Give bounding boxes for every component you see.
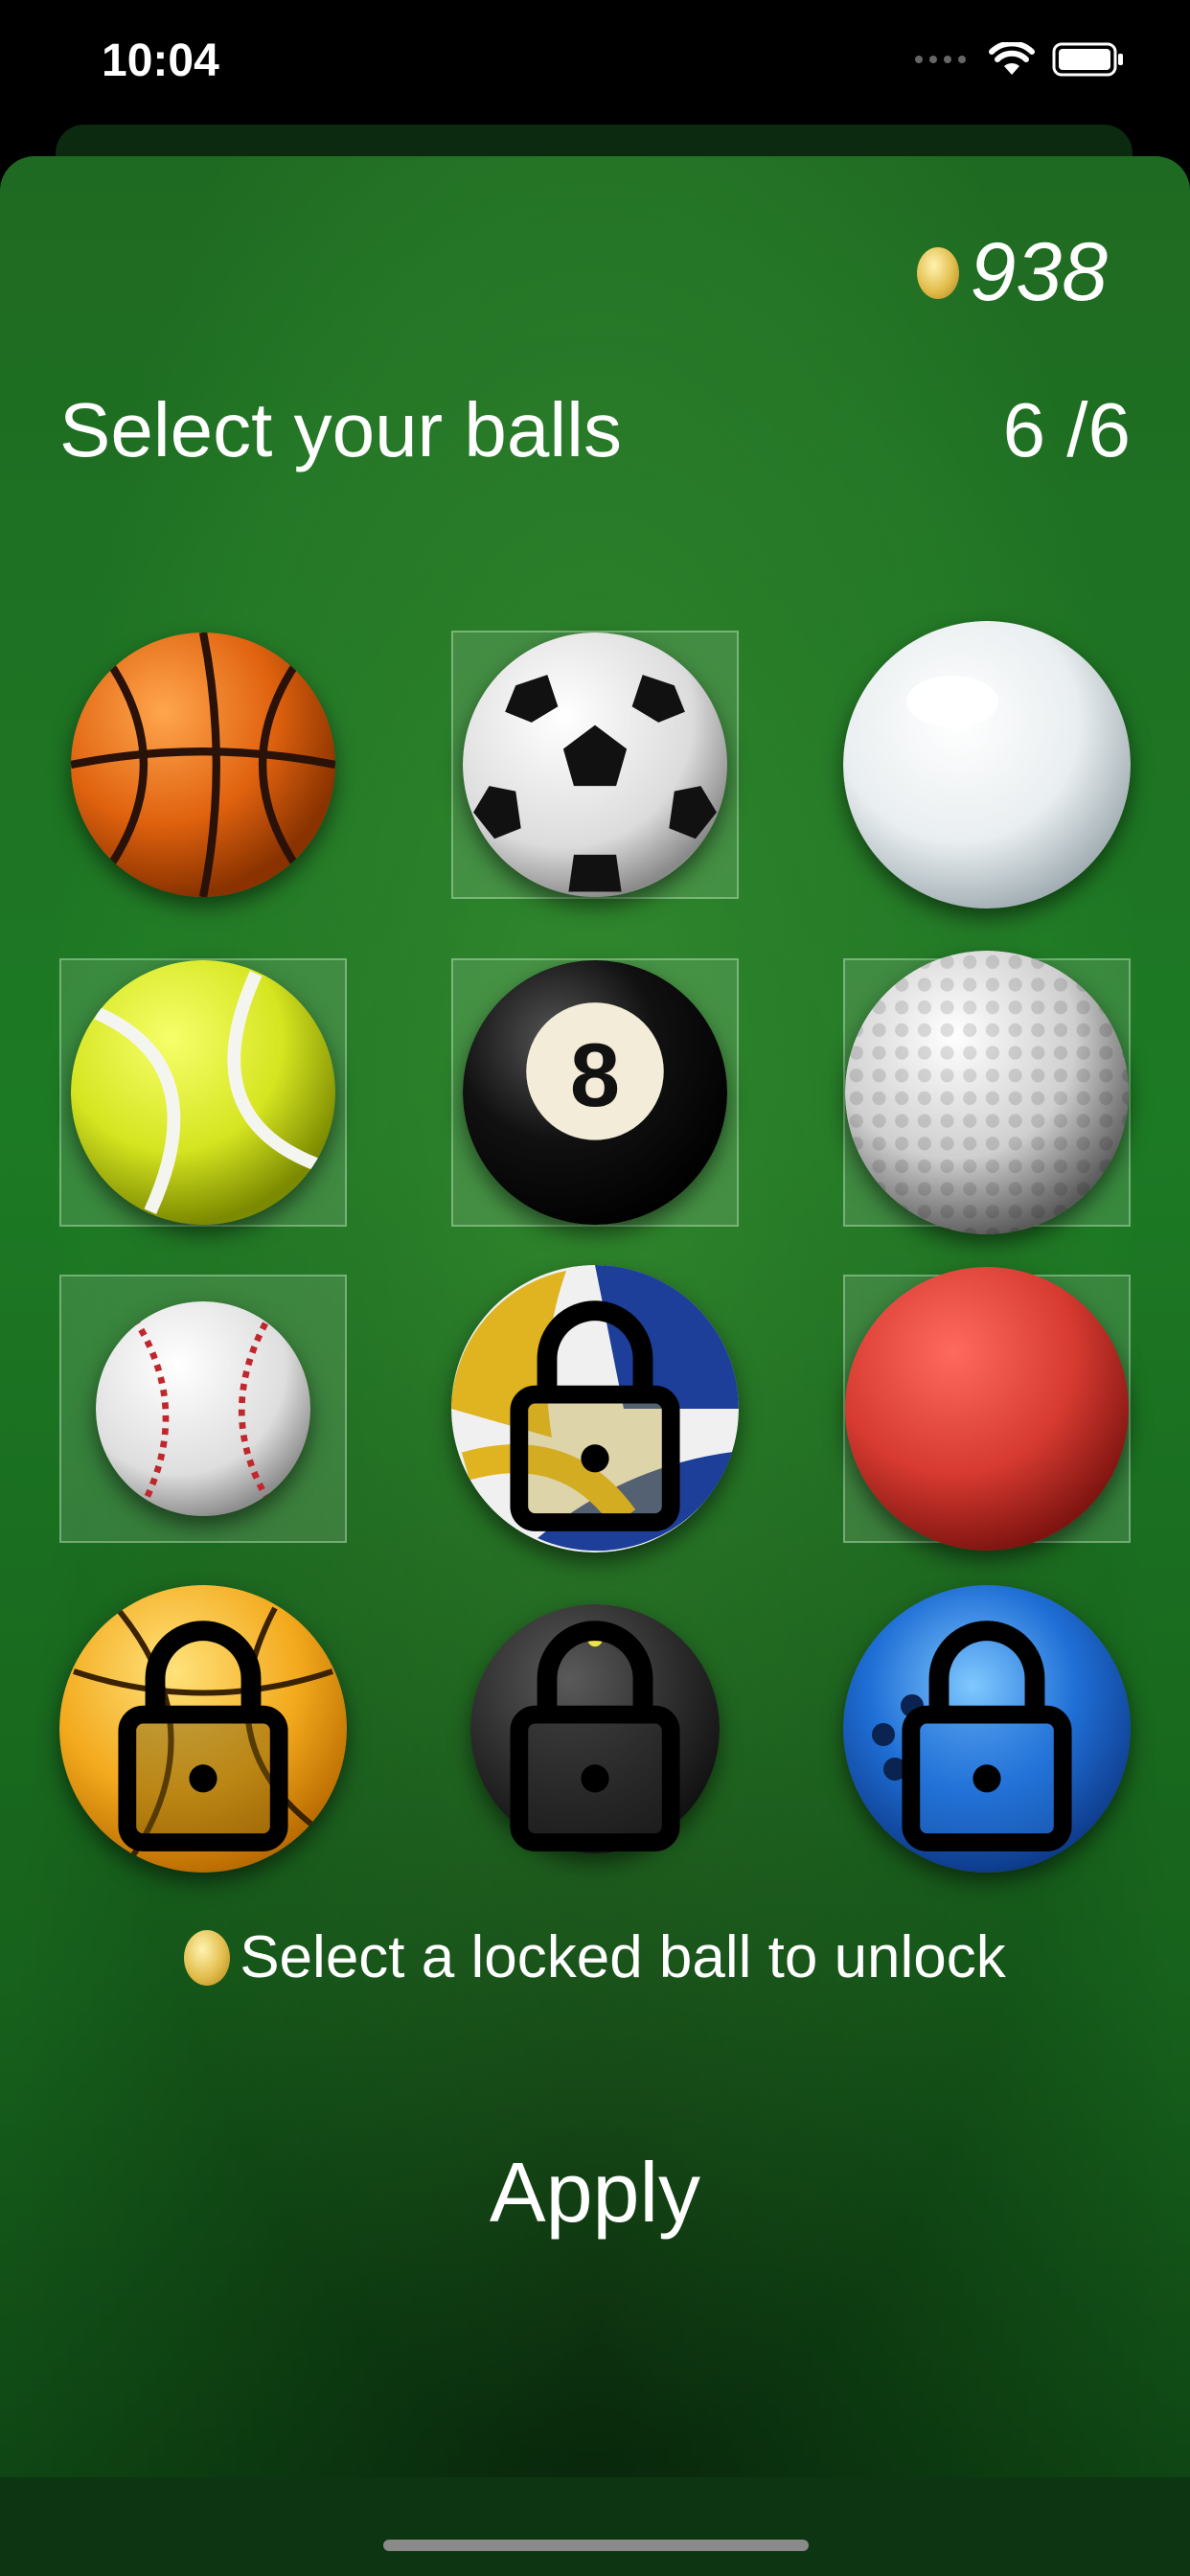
bottom-bar xyxy=(0,2477,1190,2576)
unlock-hint: Select a locked ball to unlock xyxy=(0,1923,1190,1991)
eight-ball-icon: 8 xyxy=(463,960,727,1225)
ball-cell-pearl[interactable] xyxy=(843,621,1131,908)
page-title: Select your balls xyxy=(59,387,622,472)
home-indicator[interactable] xyxy=(383,2540,809,2551)
lock-icon xyxy=(510,1620,680,1852)
ball-cell-bowling[interactable] xyxy=(843,1585,1131,1873)
unlock-hint-text: Select a locked ball to unlock xyxy=(240,1924,1006,1990)
ball-cell-volleyball[interactable] xyxy=(451,1265,739,1552)
ball-cell-tennis[interactable] xyxy=(59,958,347,1227)
pearl-ball-icon xyxy=(843,621,1131,908)
ball-cell-eight[interactable]: 8 xyxy=(451,958,739,1227)
ball-grid: 8 xyxy=(0,621,1190,2039)
lock-icon xyxy=(510,1300,680,1531)
status-icons xyxy=(914,42,1125,77)
basketball-icon xyxy=(71,632,335,897)
status-time: 10:04 xyxy=(102,35,219,86)
coin-icon xyxy=(184,1929,231,1986)
ball-selection-sheet: 938 Select your balls 6 /6 8 Select a lo… xyxy=(0,156,1190,2576)
ball-cell-dodgeball[interactable] xyxy=(843,1267,1131,1551)
tennis-ball-icon xyxy=(71,960,335,1225)
battery-icon xyxy=(1052,42,1123,77)
coin-balance: 938 xyxy=(916,225,1109,320)
ball-cell-baseball[interactable] xyxy=(59,1275,347,1543)
coin-count: 938 xyxy=(970,226,1109,318)
ball-cell-soccer[interactable] xyxy=(451,631,739,899)
lock-icon xyxy=(118,1620,288,1852)
selection-count: 6 /6 xyxy=(1002,387,1131,472)
status-bar: 10:04 xyxy=(0,0,1190,144)
apply-button[interactable]: Apply xyxy=(403,2135,787,2250)
ball-cell-water-polo[interactable] xyxy=(59,1585,347,1873)
title-row: Select your balls 6 /6 xyxy=(59,386,1131,474)
coin-icon xyxy=(916,246,959,299)
soccer-ball-icon xyxy=(463,632,727,897)
svg-text:8: 8 xyxy=(570,1024,620,1125)
lock-icon xyxy=(902,1620,1072,1852)
baseball-icon xyxy=(96,1301,310,1516)
dodgeball-icon xyxy=(845,1267,1129,1551)
ball-cell-golf[interactable] xyxy=(843,951,1131,1234)
ball-cell-basketball[interactable] xyxy=(59,631,347,899)
golf-ball-icon xyxy=(845,951,1129,1234)
ball-cell-black[interactable] xyxy=(451,1595,739,1863)
cellular-signal-icon xyxy=(915,56,966,63)
wifi-icon xyxy=(989,42,1035,75)
